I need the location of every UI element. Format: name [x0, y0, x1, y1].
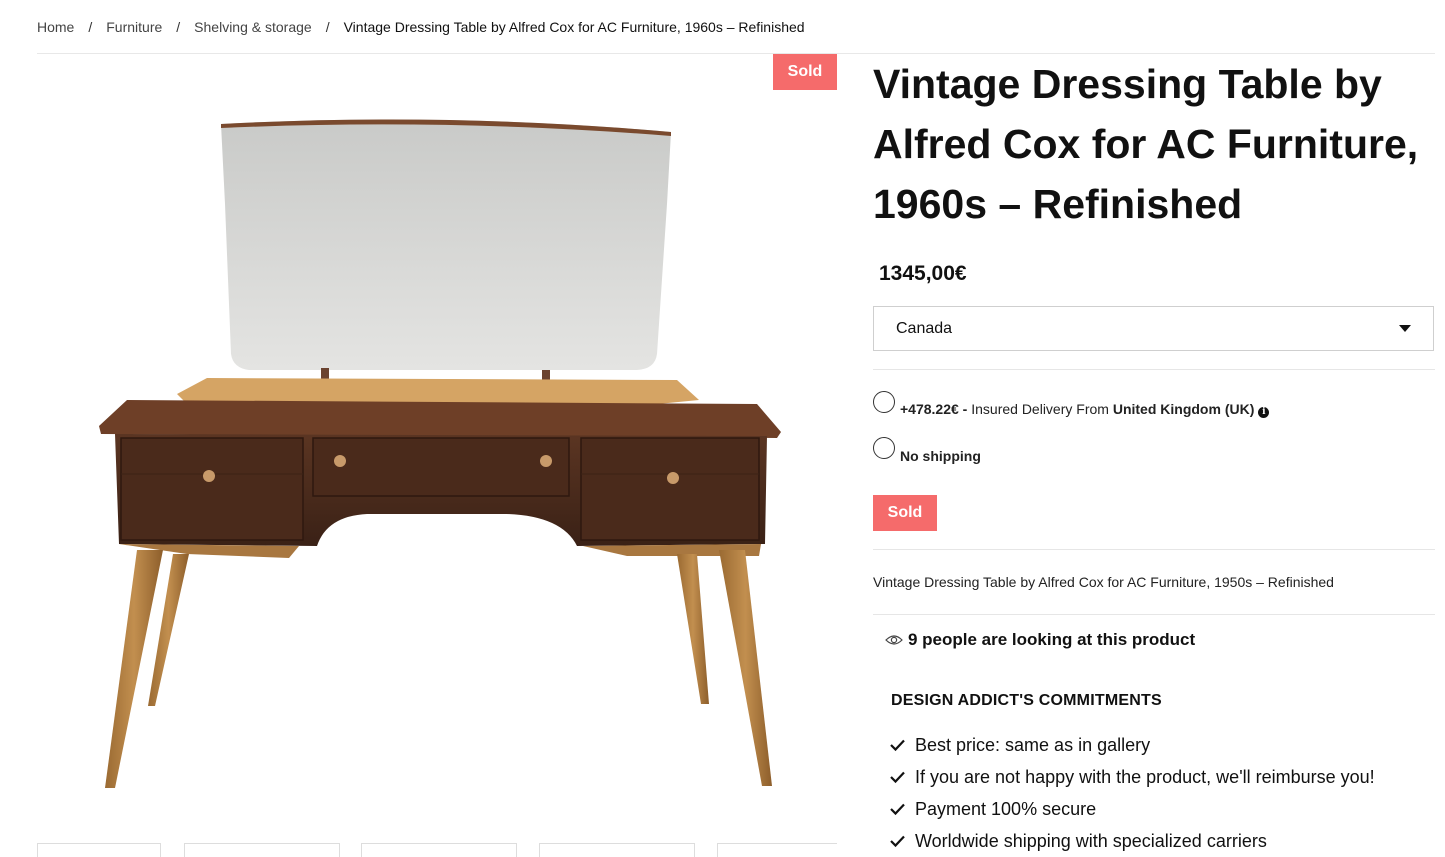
- sold-button[interactable]: Sold: [873, 495, 937, 531]
- product-page: Home / Furniture / Shelving & storage / …: [0, 0, 1445, 857]
- commitment-text: Worldwide shipping with specialized carr…: [915, 830, 1267, 851]
- shipping-option-insured[interactable]: +478.22€ - Insured Delivery From United …: [873, 390, 1270, 418]
- thumbnail[interactable]: [539, 843, 695, 857]
- shipping-price: +478.22€ -: [900, 401, 968, 417]
- shipping-option-none[interactable]: No shipping: [873, 437, 981, 464]
- list-item: Best price: same as in gallery: [889, 729, 1375, 761]
- sold-badge: Sold: [773, 54, 837, 90]
- product-price: 1345,00€: [879, 262, 967, 285]
- viewers-text: 9 people are looking at this product: [908, 630, 1196, 649]
- info-icon[interactable]: i: [1258, 407, 1270, 418]
- thumbnail[interactable]: [717, 843, 837, 857]
- radio-button[interactable]: [873, 390, 895, 413]
- divider: [873, 549, 1435, 550]
- breadcrumb-separator: /: [325, 19, 330, 35]
- product-gallery: Sold: [37, 54, 837, 857]
- list-item: If you are not happy with the product, w…: [889, 761, 1375, 793]
- thumbnail[interactable]: [184, 843, 340, 857]
- commitment-text: Best price: same as in gallery: [915, 734, 1151, 755]
- shipping-text: Insured Delivery From: [967, 401, 1113, 417]
- divider: [873, 369, 1435, 370]
- product-image[interactable]: [37, 54, 837, 843]
- thumbnail-strip: [37, 843, 837, 857]
- breadcrumb-separator: /: [88, 19, 93, 35]
- check-icon: [890, 771, 905, 784]
- commitments-title: DESIGN ADDICT'S COMMITMENTS: [891, 692, 1162, 709]
- shipping-option-label: +478.22€ - Insured Delivery From United …: [900, 401, 1270, 418]
- viewers-notice: 9 people are looking at this product: [885, 630, 1195, 650]
- thumbnail[interactable]: [361, 843, 517, 857]
- breadcrumb-current: Vintage Dressing Table by Alfred Cox for…: [343, 19, 805, 35]
- country-select[interactable]: Canada: [873, 306, 1434, 351]
- commitment-text: If you are not happy with the product, w…: [915, 766, 1375, 787]
- breadcrumb-separator: /: [176, 19, 181, 35]
- check-icon: [890, 803, 905, 816]
- shipping-option-label: No shipping: [900, 448, 981, 464]
- caret-down-icon: [1399, 325, 1411, 332]
- check-icon: [890, 835, 905, 848]
- breadcrumb-furniture[interactable]: Furniture: [106, 19, 162, 35]
- radio-button[interactable]: [873, 437, 895, 459]
- thumbnail[interactable]: [37, 843, 161, 857]
- eye-icon: [885, 635, 903, 645]
- list-item: Worldwide shipping with specialized carr…: [889, 825, 1375, 857]
- breadcrumb-shelving-storage[interactable]: Shelving & storage: [194, 19, 312, 35]
- country-select-value: Canada: [896, 319, 953, 337]
- commitments-list: Best price: same as in gallery If you ar…: [889, 729, 1375, 857]
- check-icon: [890, 739, 905, 752]
- breadcrumb: Home / Furniture / Shelving & storage / …: [37, 19, 805, 35]
- shipping-origin: United Kingdom (UK): [1112, 401, 1255, 417]
- breadcrumb-home[interactable]: Home: [37, 19, 74, 35]
- divider: [873, 614, 1435, 615]
- list-item: Payment 100% secure: [889, 793, 1375, 825]
- short-description: Vintage Dressing Table by Alfred Cox for…: [873, 574, 1334, 590]
- product-title: Vintage Dressing Table by Alfred Cox for…: [873, 61, 1419, 227]
- commitment-text: Payment 100% secure: [915, 798, 1097, 819]
